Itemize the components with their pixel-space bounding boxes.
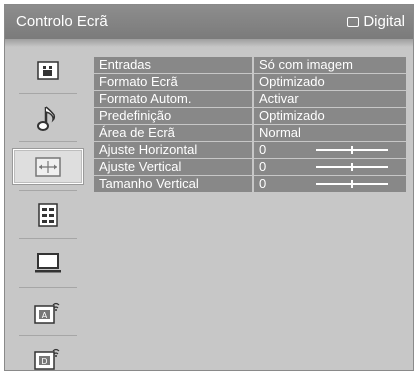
slider-value: 0 <box>259 176 267 191</box>
menu-row-label: Tamanho Vertical <box>94 176 252 192</box>
slider-value: 0 <box>259 159 267 174</box>
menu-row-label: Formato Ecrã <box>94 74 252 90</box>
menu-row-tamanho-vertical[interactable]: Tamanho Vertical 0 <box>94 176 406 192</box>
slider-thumb[interactable] <box>351 163 353 171</box>
menu-row-entradas[interactable]: Entradas Só com imagem <box>94 57 406 73</box>
sidebar-divider <box>19 190 77 191</box>
svg-text:A: A <box>42 311 48 320</box>
menu-row-value: Activar <box>254 91 406 107</box>
sidebar-divider <box>19 93 77 94</box>
music-note-icon <box>37 105 56 131</box>
sidebar-item-settings[interactable] <box>13 197 83 232</box>
menu-row-label: Formato Autom. <box>94 91 252 107</box>
menu-row-label: Ajuste Vertical <box>94 159 252 175</box>
menu-row-label: Ajuste Horizontal <box>94 142 252 158</box>
menu-header: Controlo Ecrã Digital <box>5 5 413 39</box>
menu-row-value: Normal <box>254 125 406 141</box>
vertical-slider[interactable] <box>316 163 388 171</box>
menu-row-area-de-ecra[interactable]: Área de Ecrã Normal <box>94 125 406 141</box>
sidebar-item-analog[interactable]: A <box>13 294 83 329</box>
picture-icon <box>37 60 59 80</box>
menu-row-value: 0 <box>254 159 406 175</box>
digital-broadcast-icon: D <box>34 348 60 370</box>
sidebar-divider <box>19 141 77 142</box>
menu-row-formato-ecra[interactable]: Formato Ecrã Optimizado <box>94 74 406 90</box>
size-slider[interactable] <box>316 180 388 188</box>
menu-row-label: Área de Ecrã <box>94 125 252 141</box>
source-label: Digital <box>363 13 405 30</box>
screen-control-icon <box>35 156 61 177</box>
sidebar-divider <box>19 287 77 288</box>
page-title: Controlo Ecrã <box>16 13 108 30</box>
menu-row-label: Entradas <box>94 57 252 73</box>
input-source-indicator: Digital <box>347 13 405 30</box>
svg-text:D: D <box>41 357 47 366</box>
screen-control-menu: Controlo Ecrã Digital A D Entradas Só co… <box>4 4 414 371</box>
sidebar-item-digital[interactable]: D <box>13 340 83 370</box>
sidebar-item-pc[interactable] <box>13 245 83 280</box>
settings-menu: Entradas Só com imagem Formato Ecrã Opti… <box>94 57 406 193</box>
monitor-outline-icon <box>347 16 360 27</box>
settings-list-icon <box>38 202 58 227</box>
sidebar-item-picture[interactable] <box>13 53 83 88</box>
menu-row-formato-autom[interactable]: Formato Autom. Activar <box>94 91 406 107</box>
menu-row-value: 0 <box>254 176 406 192</box>
slider-value: 0 <box>259 142 267 157</box>
menu-row-value: Optimizado <box>254 74 406 90</box>
menu-row-ajuste-vertical[interactable]: Ajuste Vertical 0 <box>94 159 406 175</box>
menu-row-value: Optimizado <box>254 108 406 124</box>
slider-thumb[interactable] <box>351 180 353 188</box>
sidebar-item-sound[interactable] <box>13 101 83 136</box>
sidebar-divider <box>19 238 77 239</box>
slider-thumb[interactable] <box>351 146 353 154</box>
menu-row-label: Predefinição <box>94 108 252 124</box>
analog-broadcast-icon: A <box>34 302 60 324</box>
menu-row-value: 0 <box>254 142 406 158</box>
header-shadow <box>5 39 413 47</box>
menu-row-ajuste-horizontal[interactable]: Ajuste Horizontal 0 <box>94 142 406 158</box>
menu-row-value: Só com imagem <box>254 57 406 73</box>
pc-monitor-icon <box>35 252 61 272</box>
horizontal-slider[interactable] <box>316 146 388 154</box>
sidebar-item-screen-control[interactable] <box>13 149 83 184</box>
menu-row-predefinicao[interactable]: Predefinição Optimizado <box>94 108 406 124</box>
sidebar-divider <box>19 335 77 336</box>
